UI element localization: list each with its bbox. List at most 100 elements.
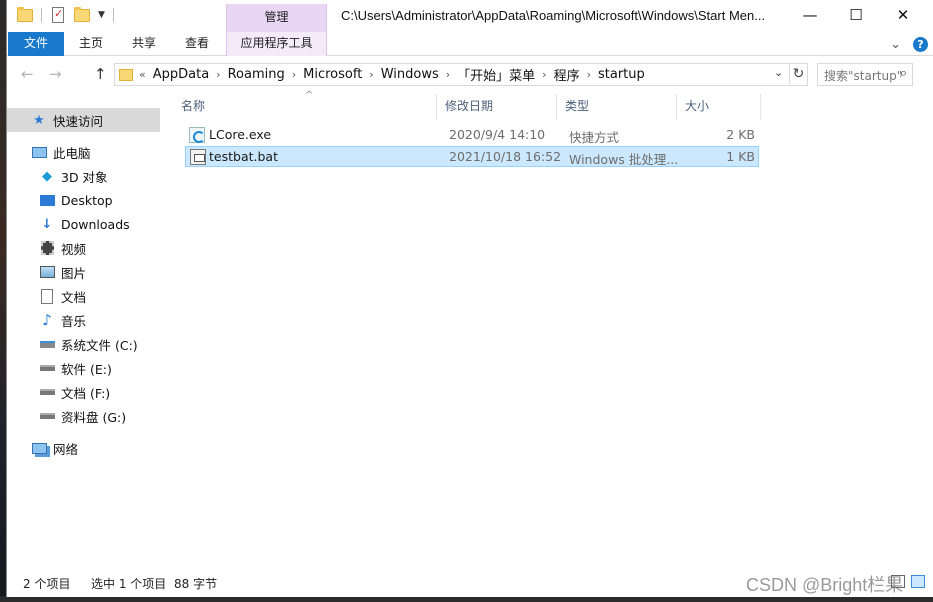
tab-share[interactable]: 共享 bbox=[120, 32, 168, 56]
batch-file-icon bbox=[190, 149, 206, 165]
sidebar-item-label: 网络 bbox=[53, 441, 79, 457]
properties-icon[interactable] bbox=[50, 7, 66, 23]
sidebar-item-label: 3D 对象 bbox=[61, 169, 108, 185]
address-bar[interactable]: « AppData › Roaming › Microsoft › Window… bbox=[114, 63, 808, 86]
maximize-button[interactable]: ☐ bbox=[833, 0, 879, 32]
breadcrumb-appdata[interactable]: AppData bbox=[148, 67, 214, 82]
sidebar-item-label: Desktop bbox=[61, 192, 113, 208]
file-modified: 2021/10/18 16:52 bbox=[449, 149, 562, 164]
toolbar-divider bbox=[112, 8, 114, 22]
shortcut-exe-icon bbox=[189, 127, 205, 143]
sidebar-item-label: 图片 bbox=[61, 265, 87, 281]
tab-file[interactable]: 文件 bbox=[8, 32, 64, 56]
chevron-right-icon[interactable]: › bbox=[367, 68, 375, 81]
chevron-right-icon[interactable]: › bbox=[214, 68, 222, 81]
navigation-pane: ★ 快速访问 此电脑 ◆ 3D 对象 Desktop ↓ Downloads 视… bbox=[7, 104, 167, 564]
sidebar-item-label: 视频 bbox=[61, 241, 87, 257]
customize-toolbar-chevron-icon[interactable]: ▼ bbox=[98, 10, 105, 20]
drive-icon bbox=[39, 384, 55, 400]
sidebar-item-3d-objects[interactable]: ◆ 3D 对象 bbox=[7, 164, 160, 188]
chevron-right-icon[interactable]: › bbox=[585, 68, 593, 81]
breadcrumb-windows[interactable]: Windows bbox=[376, 67, 444, 82]
help-icon[interactable]: ? bbox=[913, 37, 928, 52]
network-icon bbox=[31, 440, 47, 456]
sidebar-item-drive-g[interactable]: 资料盘 (G:) bbox=[7, 404, 160, 428]
back-arrow-icon[interactable]: ← bbox=[21, 65, 34, 83]
navigation-bar: ← → ↑ « AppData › Roaming › Microsoft › … bbox=[7, 56, 933, 94]
window-title: C:\Users\Administrator\AppData\Roaming\M… bbox=[341, 8, 766, 23]
up-arrow-icon[interactable]: ↑ bbox=[94, 65, 107, 83]
explorer-window: ▼ 管理 C:\Users\Administrator\AppData\Roam… bbox=[6, 0, 933, 597]
tab-application-tools[interactable]: 应用程序工具 bbox=[226, 32, 327, 56]
sidebar-item-pictures[interactable]: 图片 bbox=[7, 260, 160, 284]
close-button[interactable]: ✕ bbox=[880, 0, 926, 32]
sidebar-item-label: 系统文件 (C:) bbox=[61, 337, 138, 353]
chevron-right-icon[interactable]: › bbox=[444, 68, 452, 81]
sidebar-item-drive-c[interactable]: 系统文件 (C:) bbox=[7, 332, 160, 356]
sidebar-item-label: 文档 (F:) bbox=[61, 385, 111, 401]
search-input[interactable]: 搜索"startup" ⌕ bbox=[817, 63, 913, 86]
search-icon[interactable]: ⌕ bbox=[900, 66, 907, 81]
tab-view[interactable]: 查看 bbox=[173, 32, 221, 56]
document-icon bbox=[39, 288, 55, 304]
column-header-modified[interactable]: 修改日期 bbox=[437, 94, 557, 120]
sidebar-item-drive-f[interactable]: 文档 (F:) bbox=[7, 380, 160, 404]
3d-objects-icon: ◆ bbox=[42, 168, 52, 184]
file-list: ^ 名称 修改日期 类型 大小 LCore.exe 2020/9/4 14:10… bbox=[173, 90, 933, 564]
folder-icon bbox=[119, 68, 133, 81]
sidebar-item-label: 资料盘 (G:) bbox=[61, 409, 127, 425]
column-header-name[interactable]: 名称 bbox=[173, 94, 437, 120]
item-count: 2 个项目 bbox=[23, 577, 71, 591]
sidebar-item-label: 软件 (E:) bbox=[61, 361, 112, 377]
tab-home[interactable]: 主页 bbox=[67, 32, 115, 56]
file-row-testbat[interactable]: testbat.bat 2021/10/18 16:52 Windows 批处理… bbox=[185, 146, 759, 167]
sidebar-item-label: 快速访问 bbox=[53, 113, 104, 129]
sidebar-item-network[interactable]: 网络 bbox=[7, 436, 160, 460]
refresh-icon[interactable]: ↻ bbox=[789, 64, 807, 84]
star-icon: ★ bbox=[33, 112, 45, 128]
sidebar-item-downloads[interactable]: ↓ Downloads bbox=[7, 212, 160, 236]
chevron-right-icon[interactable]: › bbox=[540, 68, 548, 81]
quick-access-toolbar: ▼ bbox=[17, 7, 114, 23]
file-name: LCore.exe bbox=[209, 127, 272, 142]
address-history-chevron-icon[interactable]: ⌄ bbox=[774, 66, 783, 79]
video-icon bbox=[39, 240, 55, 256]
breadcrumb-start-menu[interactable]: 「开始」菜单 bbox=[452, 65, 540, 84]
breadcrumb-microsoft[interactable]: Microsoft bbox=[298, 67, 367, 82]
chevron-right-icon[interactable]: › bbox=[290, 68, 298, 81]
expand-ribbon-chevron-icon[interactable]: ⌄ bbox=[890, 37, 901, 52]
column-header-type[interactable]: 类型 bbox=[557, 94, 677, 120]
new-folder-icon[interactable] bbox=[74, 7, 90, 23]
breadcrumb-startup[interactable]: startup bbox=[593, 67, 650, 82]
sidebar-item-music[interactable]: ♪ 音乐 bbox=[7, 308, 160, 332]
sidebar-item-this-pc[interactable]: 此电脑 bbox=[7, 140, 160, 164]
ribbon-controls: ⌄ ? bbox=[890, 37, 928, 52]
sidebar-item-desktop[interactable]: Desktop bbox=[7, 188, 160, 212]
sidebar-item-label: 文档 bbox=[61, 289, 87, 305]
file-modified: 2020/9/4 14:10 bbox=[449, 127, 546, 142]
drive-icon bbox=[39, 408, 55, 424]
large-icons-view-icon[interactable] bbox=[911, 575, 925, 588]
folder-icon[interactable] bbox=[17, 7, 33, 23]
download-icon: ↓ bbox=[41, 216, 53, 232]
file-size: 2 KB bbox=[726, 127, 755, 142]
toolbar-divider bbox=[41, 8, 42, 22]
sidebar-item-drive-e[interactable]: 软件 (E:) bbox=[7, 356, 160, 380]
breadcrumb-roaming[interactable]: Roaming bbox=[223, 67, 290, 82]
file-row-lcore[interactable]: LCore.exe 2020/9/4 14:10 快捷方式 2 KB bbox=[185, 125, 759, 146]
breadcrumb-programs[interactable]: 程序 bbox=[549, 65, 585, 84]
drive-icon bbox=[39, 360, 55, 376]
computer-icon bbox=[31, 144, 47, 160]
forward-arrow-icon[interactable]: → bbox=[49, 65, 62, 83]
breadcrumb-overflow[interactable]: « bbox=[137, 68, 148, 81]
file-name: testbat.bat bbox=[209, 149, 278, 164]
sidebar-item-videos[interactable]: 视频 bbox=[7, 236, 160, 260]
sidebar-item-label: 此电脑 bbox=[53, 145, 91, 161]
sidebar-item-documents[interactable]: 文档 bbox=[7, 284, 160, 308]
system-drive-icon bbox=[39, 336, 55, 352]
column-header-size[interactable]: 大小 bbox=[677, 94, 761, 120]
sidebar-item-label: 音乐 bbox=[61, 313, 87, 329]
sidebar-item-quick-access[interactable]: ★ 快速访问 bbox=[7, 108, 160, 132]
selection-size: 88 字节 bbox=[174, 577, 218, 591]
minimize-button[interactable]: — bbox=[787, 0, 833, 32]
